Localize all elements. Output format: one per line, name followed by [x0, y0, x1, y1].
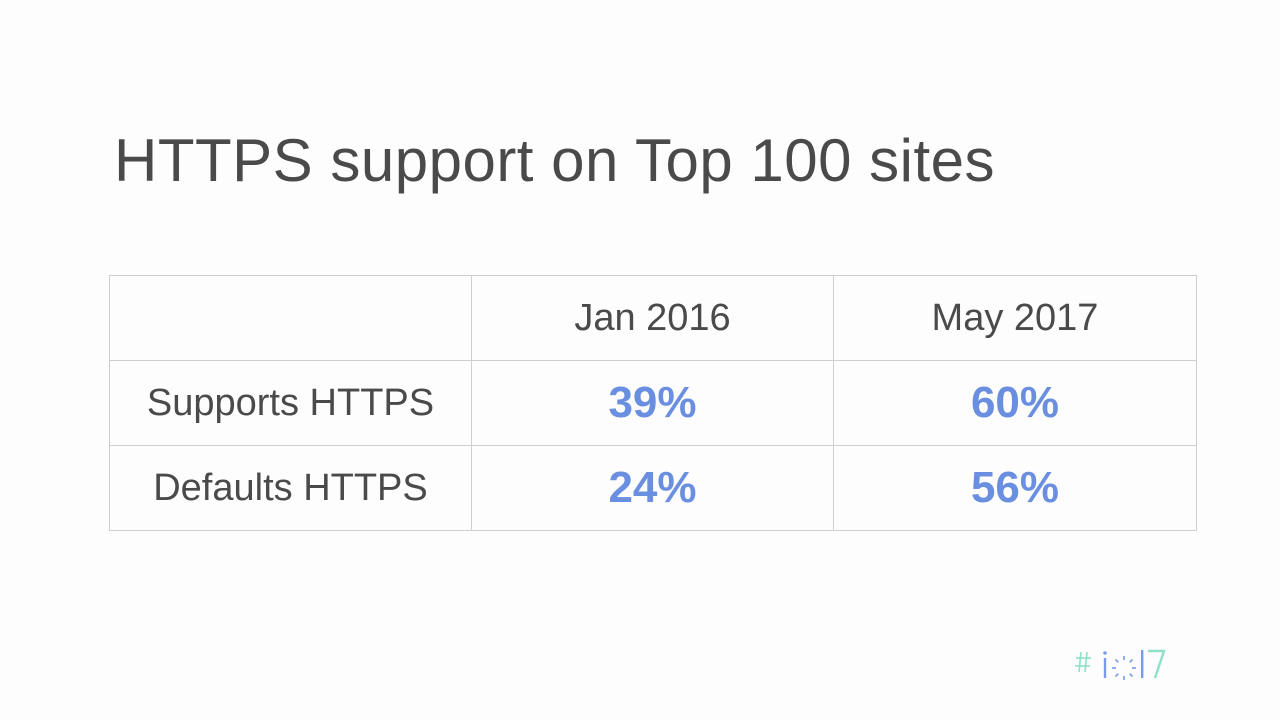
header-jan-2016: Jan 2016: [471, 275, 834, 361]
header-may-2017: May 2017: [833, 275, 1197, 361]
value-defaults-jan-2016: 24%: [471, 445, 834, 531]
row-label-defaults-https: Defaults HTTPS: [109, 445, 472, 531]
header-empty-cell: [109, 275, 472, 361]
value-supports-may-2017: 60%: [833, 360, 1197, 446]
value-supports-jan-2016: 39%: [471, 360, 834, 446]
header-row: Jan 2016 May 2017: [109, 275, 1197, 361]
slide-title: HTTPS support on Top 100 sites: [114, 127, 996, 194]
https-stats-table: Jan 2016 May 2017 Supports HTTPS 39% 60%…: [109, 275, 1197, 531]
row-label-supports-https: Supports HTTPS: [109, 360, 472, 446]
table-row: Defaults HTTPS 24% 56%: [109, 445, 1197, 531]
table-row: Supports HTTPS 39% 60%: [109, 360, 1197, 446]
value-defaults-may-2017: 56%: [833, 445, 1197, 531]
google-io-logo: [1074, 644, 1174, 684]
io17-logo-icon: [1075, 649, 1166, 680]
